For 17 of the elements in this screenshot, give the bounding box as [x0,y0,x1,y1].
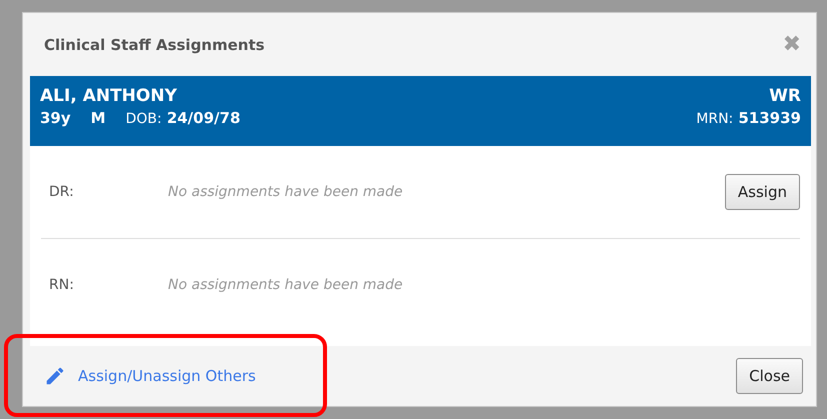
pencil-icon [44,365,66,387]
patient-name: ALI, ANTHONY [40,86,177,106]
role-label: RN: [48,277,75,293]
mrn-value: 513939 [738,109,801,127]
patient-age: 39y [40,109,71,127]
assign-button[interactable]: Assign [724,174,800,210]
assignment-message: No assignments have been made [168,184,404,200]
dob-value: 24/09/78 [166,109,240,127]
patient-location: WR [769,86,801,106]
assign-unassign-link[interactable]: Assign/Unassign Others [44,365,256,387]
assignment-message: No assignments have been made [168,277,404,293]
mrn-label: MRN: [696,111,734,127]
dob-label: DOB: [126,111,162,127]
close-button[interactable]: Close [736,358,803,394]
patient-sex: M [90,109,106,127]
role-label: DR: [48,184,75,200]
dialog-title: Clinical Staff Assignments [44,36,265,54]
